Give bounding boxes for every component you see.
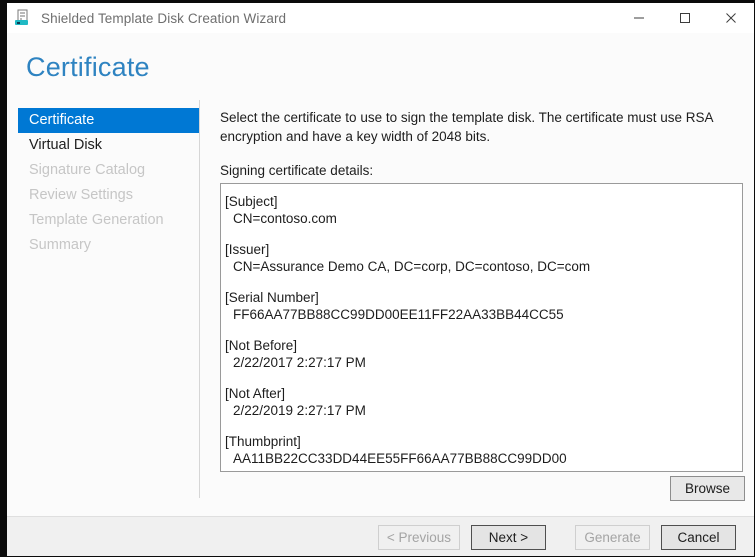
detail-value: AA11BB22CC33DD44EE55FF66AA77BB88CC99DD00	[225, 450, 734, 468]
body-area: Certificate Virtual Disk Signature Catal…	[7, 95, 754, 516]
sidebar-divider	[199, 100, 200, 498]
sidebar-item-signature-catalog: Signature Catalog	[18, 158, 199, 183]
cancel-button[interactable]: Cancel	[661, 525, 736, 550]
sidebar-item-review-settings: Review Settings	[18, 183, 199, 208]
browse-button[interactable]: Browse	[670, 476, 745, 501]
window-title: Shielded Template Disk Creation Wizard	[41, 11, 286, 26]
detail-value: CN=contoso.com	[225, 210, 734, 228]
detail-key: [Not Before]	[225, 337, 734, 354]
next-button[interactable]: Next >	[471, 525, 546, 550]
detail-key: [Thumbprint]	[225, 433, 734, 450]
detail-value: CN=Assurance Demo CA, DC=corp, DC=contos…	[225, 258, 734, 276]
detail-group-serial-number: [Serial Number] FF66AA77BB88CC99DD00EE11…	[225, 289, 734, 324]
detail-value: 2/22/2019 2:27:17 PM	[225, 402, 734, 420]
sidebar-item-summary: Summary	[18, 233, 199, 258]
detail-key: [Not After]	[225, 385, 734, 402]
main-content: Select the certificate to use to sign th…	[220, 108, 745, 472]
instruction-text: Select the certificate to use to sign th…	[220, 108, 744, 146]
maximize-icon[interactable]	[662, 3, 708, 33]
detail-key: [Serial Number]	[225, 289, 734, 306]
wizard-window: Shielded Template Disk Creation Wizard C…	[0, 0, 755, 557]
detail-group-thumbprint: [Thumbprint] AA11BB22CC33DD44EE55FF66AA7…	[225, 433, 734, 468]
close-icon[interactable]	[708, 3, 754, 33]
details-label: Signing certificate details:	[220, 163, 745, 178]
detail-group-issuer: [Issuer] CN=Assurance Demo CA, DC=corp, …	[225, 241, 734, 276]
detail-value: FF66AA77BB88CC99DD00EE11FF22AA33BB44CC55	[225, 306, 734, 324]
detail-group-not-after: [Not After] 2/22/2019 2:27:17 PM	[225, 385, 734, 420]
certificate-details-box[interactable]: [Subject] CN=contoso.com [Issuer] CN=Ass…	[220, 183, 743, 472]
wizard-footer: < Previous Next > Generate Cancel	[7, 516, 754, 557]
detail-group-not-before: [Not Before] 2/22/2017 2:27:17 PM	[225, 337, 734, 372]
detail-key: [Issuer]	[225, 241, 734, 258]
sidebar-item-virtual-disk[interactable]: Virtual Disk	[18, 133, 199, 158]
disk-server-icon	[14, 9, 32, 27]
detail-key: [Subject]	[225, 193, 734, 210]
window-controls	[616, 3, 754, 33]
detail-value: 2/22/2017 2:27:17 PM	[225, 354, 734, 372]
page-title: Certificate	[26, 52, 150, 83]
page-header: Certificate	[7, 33, 754, 95]
detail-group-subject: [Subject] CN=contoso.com	[225, 193, 734, 228]
title-bar: Shielded Template Disk Creation Wizard	[7, 3, 754, 33]
previous-button: < Previous	[378, 525, 460, 550]
browse-row: Browse	[220, 476, 745, 501]
wizard-steps-nav: Certificate Virtual Disk Signature Catal…	[18, 108, 199, 258]
minimize-icon[interactable]	[616, 3, 662, 33]
sidebar-item-certificate[interactable]: Certificate	[18, 108, 199, 133]
generate-button: Generate	[575, 525, 650, 550]
sidebar-item-template-generation: Template Generation	[18, 208, 199, 233]
